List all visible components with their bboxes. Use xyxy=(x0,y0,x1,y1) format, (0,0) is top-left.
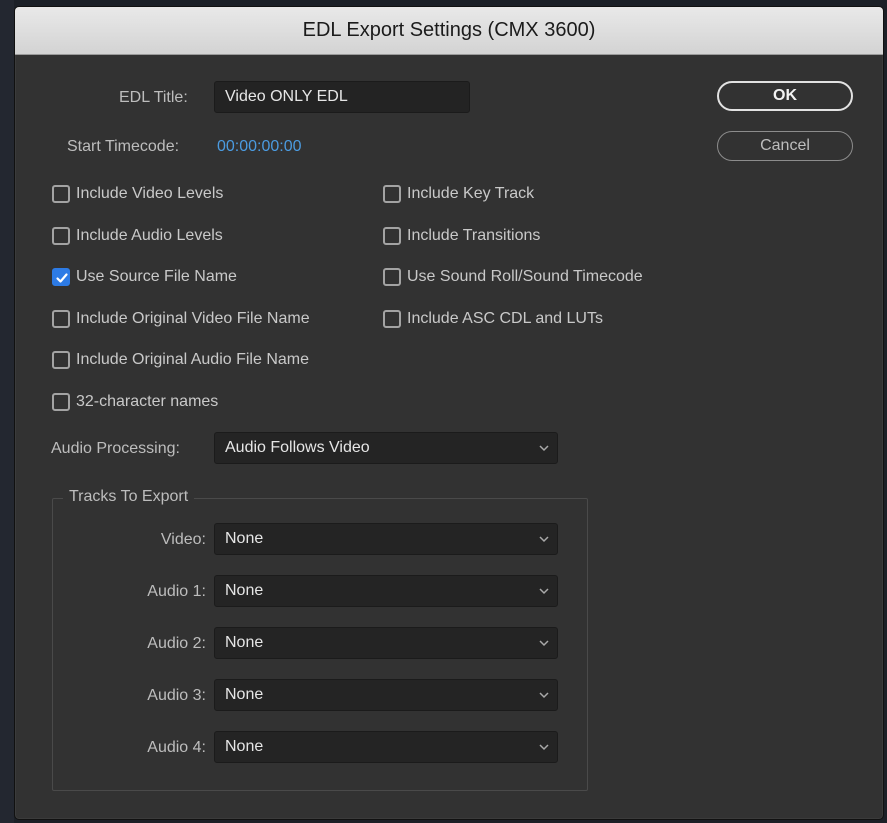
edl-title-label: EDL Title: xyxy=(119,89,188,106)
select-value: None xyxy=(225,738,264,755)
checkbox-label: Use Source File Name xyxy=(76,268,237,285)
include-audio-levels-checkbox[interactable]: Include Audio Levels xyxy=(52,225,223,247)
audio1-track-select[interactable]: None xyxy=(214,575,558,607)
audio4-track-select[interactable]: None xyxy=(214,731,558,763)
checkbox-label: 32-character names xyxy=(76,393,219,410)
checkbox-box[interactable] xyxy=(383,227,401,245)
video-track-label: Video: xyxy=(160,531,206,548)
audio4-track-label: Audio 4: xyxy=(147,739,206,756)
checkbox-label: Include Video Levels xyxy=(76,185,224,202)
checkmark-icon xyxy=(56,273,68,283)
edl-export-dialog: EDL Export Settings (CMX 3600) EDL Title… xyxy=(14,6,884,820)
checkbox-box[interactable] xyxy=(52,227,70,245)
select-value: None xyxy=(225,686,264,703)
tracks-to-export-legend: Tracks To Export xyxy=(63,488,195,506)
checkbox-box[interactable] xyxy=(383,310,401,328)
checkbox-box-checked[interactable] xyxy=(52,268,70,286)
chevron-down-icon xyxy=(531,535,557,543)
checkbox-label: Include Original Audio File Name xyxy=(76,351,310,368)
cancel-button[interactable]: Cancel xyxy=(717,131,853,161)
audio-processing-select[interactable]: Audio Follows Video xyxy=(214,432,558,464)
include-key-track-checkbox[interactable]: Include Key Track xyxy=(383,183,534,205)
include-original-audio-file-name-checkbox[interactable]: Include Original Audio File Name xyxy=(52,349,309,371)
checkbox-box[interactable] xyxy=(383,185,401,203)
include-video-levels-checkbox[interactable]: Include Video Levels xyxy=(52,183,223,205)
checkbox-box[interactable] xyxy=(52,185,70,203)
audio2-track-select[interactable]: None xyxy=(214,627,558,659)
chevron-down-icon xyxy=(531,444,557,452)
checkbox-box[interactable] xyxy=(52,351,70,369)
checkbox-box[interactable] xyxy=(52,393,70,411)
audio3-track-label: Audio 3: xyxy=(147,687,206,704)
checkbox-label: Use Sound Roll/Sound Timecode xyxy=(407,268,643,285)
chevron-down-icon xyxy=(531,743,557,751)
edl-title-input[interactable]: Video ONLY EDL xyxy=(214,81,470,113)
checkbox-label: Include ASC CDL and LUTs xyxy=(407,310,603,327)
checkbox-label: Include Transitions xyxy=(407,227,541,244)
audio2-track-label: Audio 2: xyxy=(147,635,206,652)
audio1-track-label: Audio 1: xyxy=(147,583,206,600)
include-original-video-file-name-checkbox[interactable]: Include Original Video File Name xyxy=(52,308,310,330)
chevron-down-icon xyxy=(531,587,557,595)
use-sound-roll-timecode-checkbox[interactable]: Use Sound Roll/Sound Timecode xyxy=(383,266,643,288)
select-value: Audio Follows Video xyxy=(225,439,370,456)
include-transitions-checkbox[interactable]: Include Transitions xyxy=(383,225,540,247)
audio-processing-label: Audio Processing: xyxy=(51,440,180,457)
start-timecode-label: Start Timecode: xyxy=(67,138,180,155)
select-value: None xyxy=(225,530,264,547)
start-timecode-value[interactable]: 00:00:00:00 xyxy=(217,138,302,156)
dialog-title: EDL Export Settings (CMX 3600) xyxy=(302,19,596,41)
audio3-track-select[interactable]: None xyxy=(214,679,558,711)
select-value: None xyxy=(225,582,264,599)
chevron-down-icon xyxy=(531,691,557,699)
checkbox-label: Include Key Track xyxy=(407,185,535,202)
use-source-file-name-checkbox[interactable]: Use Source File Name xyxy=(52,266,237,288)
32-character-names-checkbox[interactable]: 32-character names xyxy=(52,391,218,413)
background-window-edge xyxy=(0,0,14,823)
checkbox-label: Include Audio Levels xyxy=(76,227,223,244)
edl-title-value: Video ONLY EDL xyxy=(225,88,348,105)
checkbox-box[interactable] xyxy=(383,268,401,286)
include-asc-cdl-luts-checkbox[interactable]: Include ASC CDL and LUTs xyxy=(383,308,603,330)
title-bar: EDL Export Settings (CMX 3600) xyxy=(15,7,883,55)
chevron-down-icon xyxy=(531,639,557,647)
checkbox-label: Include Original Video File Name xyxy=(76,310,310,327)
ok-button[interactable]: OK xyxy=(717,81,853,111)
select-value: None xyxy=(225,634,264,651)
video-track-select[interactable]: None xyxy=(214,523,558,555)
checkbox-box[interactable] xyxy=(52,310,70,328)
